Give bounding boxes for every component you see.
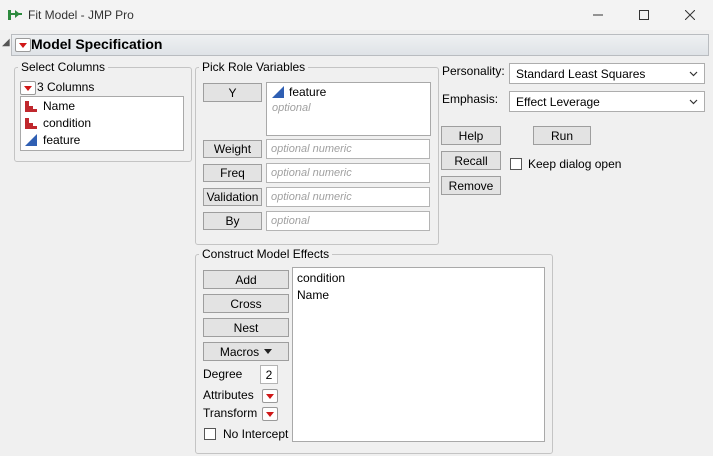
emphasis-select[interactable]: Effect Leverage [509, 91, 705, 112]
columns-count: 3 Columns [37, 80, 95, 94]
continuous-triangle-icon [25, 134, 37, 146]
personality-label: Personality: [442, 64, 505, 78]
dropdown-arrow-icon [264, 348, 273, 354]
chevron-down-icon [689, 71, 698, 77]
keep-open-checkbox[interactable] [510, 158, 522, 170]
attributes-menu-icon[interactable] [262, 389, 278, 403]
emphasis-label: Emphasis: [442, 92, 499, 106]
validation-role-button[interactable]: Validation [203, 188, 262, 206]
degree-label: Degree [203, 367, 243, 381]
by-field[interactable]: optional [266, 211, 430, 231]
by-role-button[interactable]: By [203, 212, 262, 230]
y-role-item[interactable]: feature [272, 85, 326, 99]
list-item[interactable]: Name [25, 99, 75, 113]
pick-role-label: Pick Role Variables [199, 60, 309, 74]
minimize-button[interactable] [575, 0, 621, 30]
run-button[interactable]: Run [533, 126, 591, 145]
list-item[interactable]: feature [25, 133, 80, 147]
continuous-triangle-icon [272, 86, 284, 98]
transform-label: Transform [203, 406, 258, 420]
macros-button[interactable]: Macros [203, 342, 289, 361]
columns-menu-icon[interactable] [20, 81, 36, 95]
recall-button[interactable]: Recall [441, 151, 501, 170]
page-title: Model Specification [31, 36, 163, 52]
title-bar: Fit Model - JMP Pro [0, 0, 713, 30]
nominal-bar-icon [25, 101, 37, 112]
emphasis-value: Effect Leverage [516, 94, 600, 109]
red-triangle-menu-icon[interactable] [15, 38, 31, 52]
macros-label: Macros [219, 344, 260, 359]
select-columns-label: Select Columns [18, 60, 109, 74]
keep-open-label: Keep dialog open [528, 157, 622, 171]
remove-button[interactable]: Remove [441, 176, 501, 195]
nest-effect-button[interactable]: Nest [203, 318, 289, 337]
y-role-button[interactable]: Y [203, 83, 262, 102]
effects-list[interactable] [292, 267, 545, 442]
window-title: Fit Model - JMP Pro [28, 8, 134, 22]
y-role-placeholder: optional [272, 102, 311, 114]
list-item[interactable]: condition [297, 271, 345, 285]
nominal-bar-icon [25, 118, 37, 129]
attributes-label: Attributes [203, 388, 254, 402]
personality-value: Standard Least Squares [516, 66, 646, 81]
cross-effect-button[interactable]: Cross [203, 294, 289, 313]
column-name: feature [43, 133, 81, 147]
jmp-app-icon [8, 10, 22, 20]
close-button[interactable] [667, 0, 713, 30]
construct-effects-label: Construct Model Effects [199, 247, 333, 261]
freq-field[interactable]: optional numeric [266, 163, 430, 183]
weight-role-button[interactable]: Weight [203, 140, 262, 158]
list-item[interactable]: condition [25, 116, 91, 130]
column-name: condition [43, 116, 92, 130]
help-button[interactable]: Help [441, 126, 501, 145]
list-item[interactable]: Name [297, 288, 329, 302]
maximize-button[interactable] [621, 0, 667, 30]
y-role-value: feature [289, 85, 327, 99]
no-intercept-label: No Intercept [223, 427, 289, 441]
personality-select[interactable]: Standard Least Squares [509, 63, 705, 84]
validation-field[interactable]: optional numeric [266, 187, 430, 207]
transform-menu-icon[interactable] [262, 407, 278, 421]
chevron-down-icon [689, 99, 698, 105]
outline-collapse-icon[interactable]: ◢ [2, 37, 10, 48]
close-icon [685, 10, 695, 20]
maximize-icon [639, 10, 649, 20]
degree-input[interactable]: 2 [260, 365, 278, 384]
column-name: Name [43, 99, 76, 113]
minimize-icon [593, 14, 603, 16]
freq-role-button[interactable]: Freq [203, 164, 262, 182]
no-intercept-checkbox[interactable] [204, 428, 216, 440]
weight-field[interactable]: optional numeric [266, 139, 430, 159]
add-effect-button[interactable]: Add [203, 270, 289, 289]
